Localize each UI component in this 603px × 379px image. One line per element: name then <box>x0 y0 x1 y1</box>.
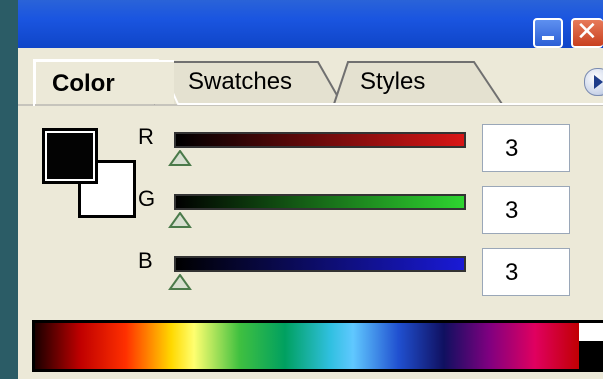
close-button[interactable]: ✕ <box>571 17 603 48</box>
minimize-button[interactable] <box>533 18 563 48</box>
value-input-r[interactable]: 3 <box>482 124 570 172</box>
channel-label-g: G <box>138 186 156 211</box>
channel-label-r: R <box>138 124 154 149</box>
slider-track-b[interactable] <box>174 256 466 272</box>
tab-styles[interactable]: Styles <box>326 60 502 104</box>
channel-row-b: B 3 <box>18 248 603 308</box>
color-panel-content: R 3 G 3 B 3 <box>18 106 603 379</box>
slider-track-g[interactable] <box>174 194 466 210</box>
tab-color-label: Color <box>52 70 115 97</box>
value-input-g[interactable]: 3 <box>482 186 570 234</box>
panel-menu-icon <box>594 75 603 89</box>
minimize-icon <box>542 36 554 40</box>
slider-thumb-r[interactable] <box>168 150 192 166</box>
channel-label-b: B <box>138 248 153 273</box>
title-bar: ✕ <box>18 0 603 48</box>
tab-swatches[interactable]: Swatches <box>154 60 342 104</box>
color-spectrum-bar[interactable] <box>32 320 603 372</box>
color-panel-window: ✕ Color Swatches Styles R 3 G 3 B 3 <box>18 0 603 379</box>
close-icon: ✕ <box>576 17 598 47</box>
white-swatch[interactable] <box>579 323 603 341</box>
channel-row-g: G 3 <box>18 186 603 246</box>
tab-swatches-label: Swatches <box>188 68 293 95</box>
panel-menu-button[interactable] <box>584 68 603 96</box>
value-input-b[interactable]: 3 <box>482 248 570 296</box>
tab-color[interactable]: Color <box>34 60 174 104</box>
tab-styles-label: Styles <box>360 68 426 95</box>
black-swatch[interactable] <box>579 341 603 369</box>
slider-track-r[interactable] <box>174 132 466 148</box>
slider-thumb-g[interactable] <box>168 212 192 228</box>
slider-thumb-b[interactable] <box>168 274 192 290</box>
channel-row-r: R 3 <box>18 124 603 184</box>
tab-bar: Color Swatches Styles <box>18 48 603 106</box>
black-white-swatch[interactable] <box>579 323 603 369</box>
